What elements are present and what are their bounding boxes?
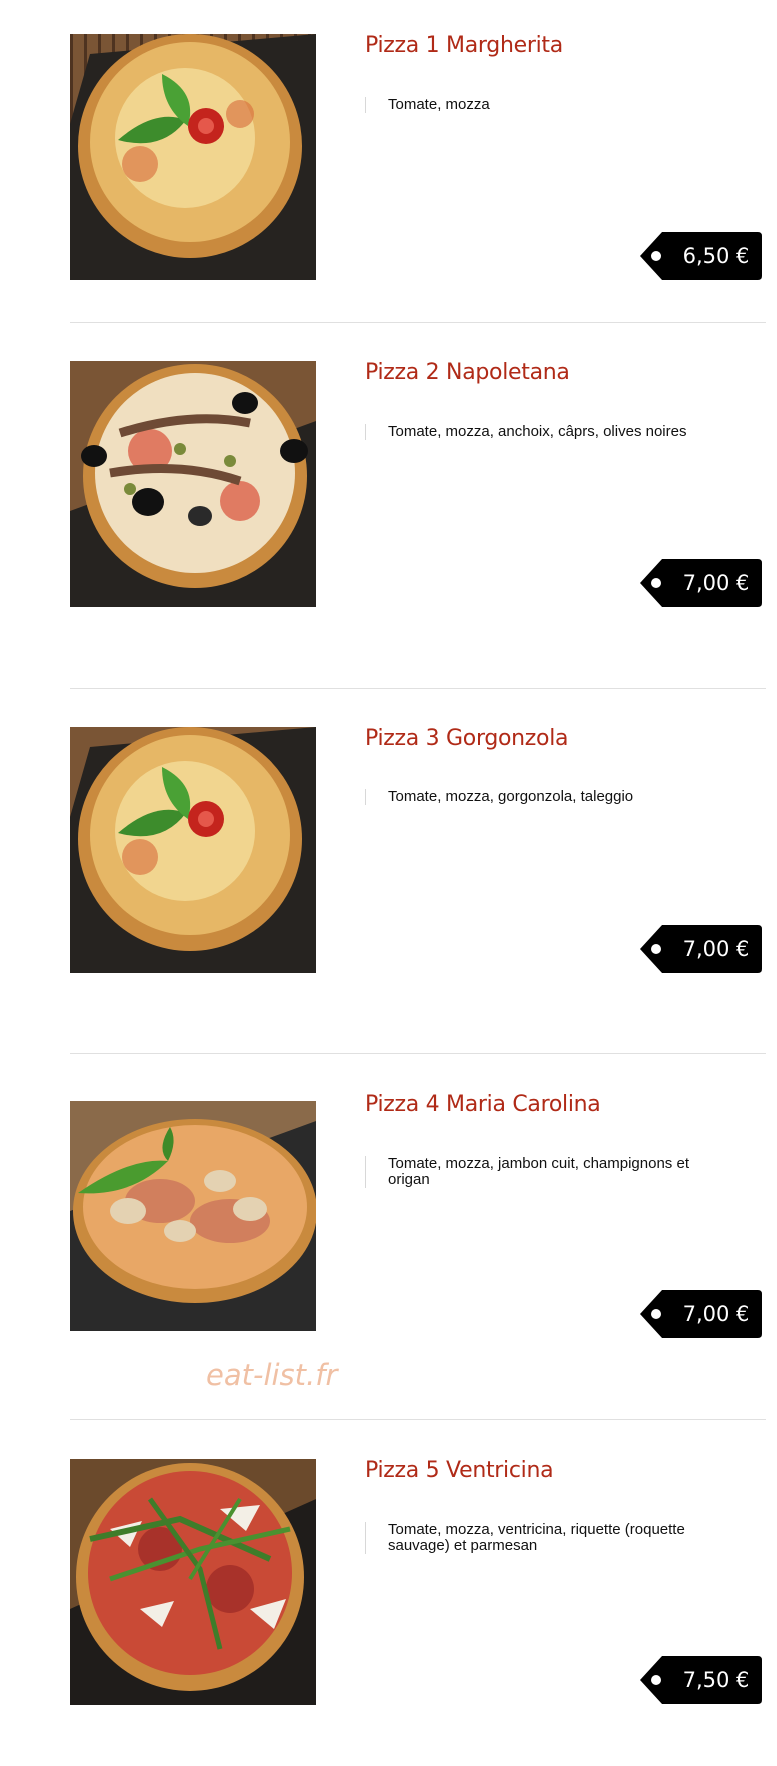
pizza-description: Tomate, mozza (365, 97, 728, 113)
pizza-title: Pizza 4 Maria Carolina (365, 1092, 601, 1117)
pizza-image (70, 1101, 316, 1331)
pizza-description: Tomate, mozza, gorgonzola, taleggio (365, 789, 728, 805)
pizza-image (70, 727, 316, 973)
pizza-title: Pizza 1 Margherita (365, 33, 563, 58)
divider (70, 1419, 766, 1420)
price-tag: 7,50 € (640, 1656, 762, 1704)
pizza-title: Pizza 2 Napoletana (365, 360, 570, 385)
pizza-title: Pizza 5 Ventricina (365, 1458, 554, 1483)
divider (70, 688, 766, 689)
price-tag: 7,00 € (640, 925, 762, 973)
watermark: eat-list.fr (206, 1358, 338, 1392)
pizza-description: Tomate, mozza, jambon cuit, champignons … (365, 1156, 728, 1188)
pizza-image (70, 361, 316, 607)
pizza-image (70, 34, 316, 280)
price: 7,00 € (682, 571, 750, 595)
divider (70, 1053, 766, 1054)
price-tag: 7,00 € (640, 1290, 762, 1338)
pizza-title: Pizza 3 Gorgonzola (365, 726, 569, 751)
price: 7,00 € (682, 937, 750, 961)
pizza-description: Tomate, mozza, ventricina, riquette (roq… (365, 1522, 728, 1554)
price: 6,50 € (682, 244, 750, 268)
price-tag: 7,00 € (640, 559, 762, 607)
price: 7,50 € (682, 1668, 750, 1692)
pizza-image (70, 1459, 316, 1705)
price: 7,00 € (682, 1302, 750, 1326)
pizza-description: Tomate, mozza, anchoix, câprs, olives no… (365, 424, 728, 440)
price-tag: 6,50 € (640, 232, 762, 280)
divider (70, 322, 766, 323)
